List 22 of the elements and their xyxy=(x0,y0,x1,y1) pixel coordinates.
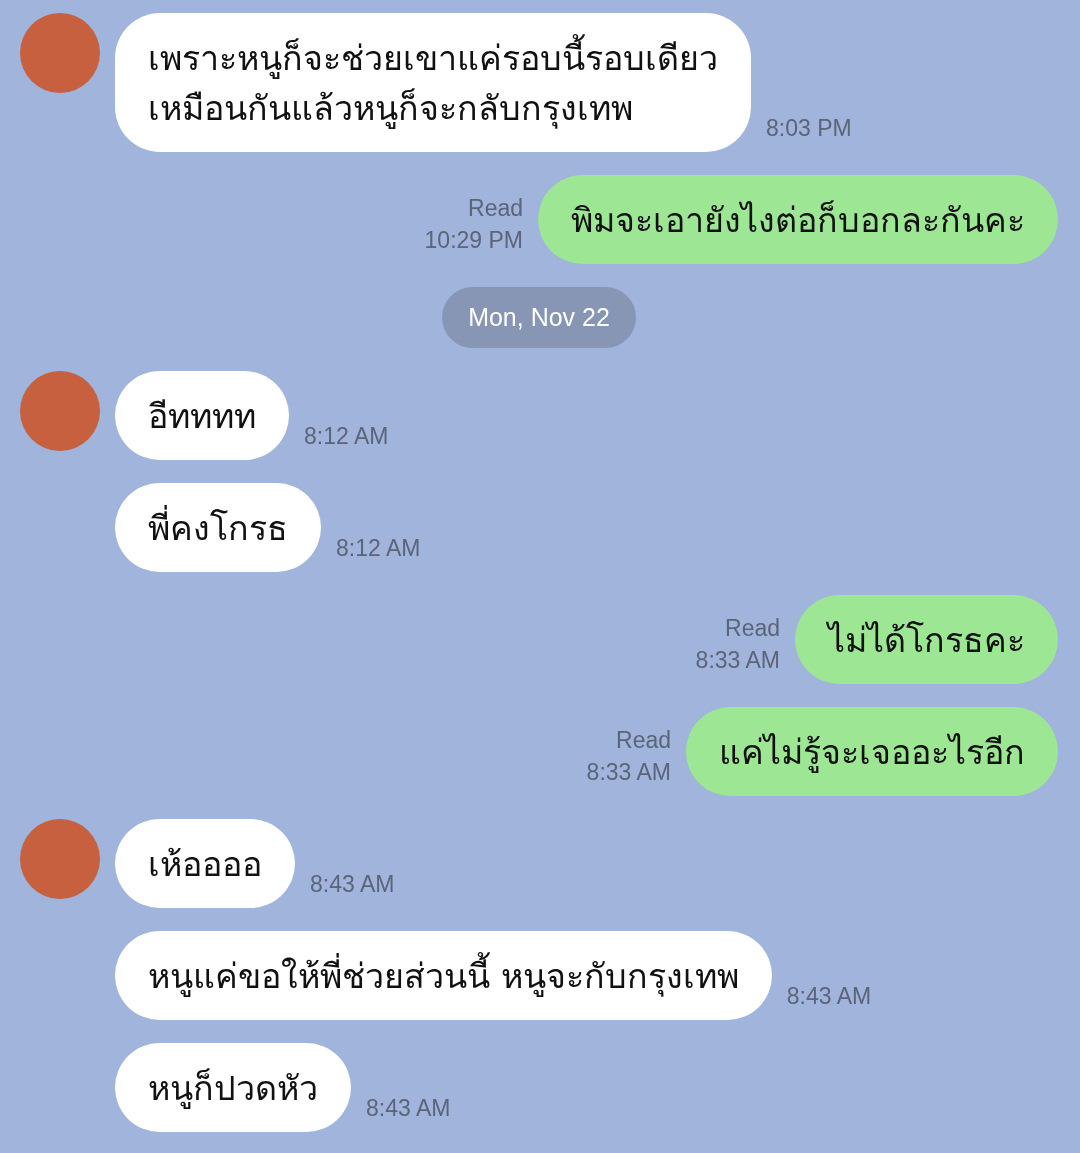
message-bubble: พิมจะเอายังไงต่อก็บอกละกันคะ xyxy=(538,175,1058,264)
message-bubble: หนูแค่ขอให้พี่ช่วยส่วนนี้ หนูจะกับกรุงเทพ xyxy=(115,931,772,1020)
message-time: 8:43 AM xyxy=(366,1094,451,1123)
message-bubble: ไม่ได้โกรธคะ xyxy=(795,595,1058,684)
message-time: 8:03 PM xyxy=(766,114,852,143)
message-time: 8:33 AM xyxy=(586,758,671,787)
message-time: 8:43 AM xyxy=(786,982,872,1011)
read-receipt: Read xyxy=(468,194,523,223)
read-receipt: Read xyxy=(616,726,671,755)
message-time: 8:12 AM xyxy=(336,534,421,563)
message-bubble: แค่ไม่รู้จะเจออะไรอีก xyxy=(686,707,1058,796)
message-time: 10:29 PM xyxy=(424,226,523,255)
message-time: 8:43 AM xyxy=(310,870,395,899)
message-bubble: พี่คงโกรธ xyxy=(115,483,321,572)
message-bubble: อีทททท xyxy=(115,371,289,460)
date-separator: Mon, Nov 22 xyxy=(442,287,636,348)
message-time: 8:33 AM xyxy=(695,646,780,675)
read-receipt: Read xyxy=(725,614,780,643)
message-bubble: เพราะหนูก็จะช่วยเขาแค่รอบนี้รอบเดียว เหมือนกันแล้วหนูก็จะกลับกรุงเทพ xyxy=(115,13,751,152)
message-bubble: เห้ออออ xyxy=(115,819,295,908)
message-bubble: หนูก็ปวดหัว xyxy=(115,1043,351,1132)
message-time: 8:12 AM xyxy=(304,422,389,451)
